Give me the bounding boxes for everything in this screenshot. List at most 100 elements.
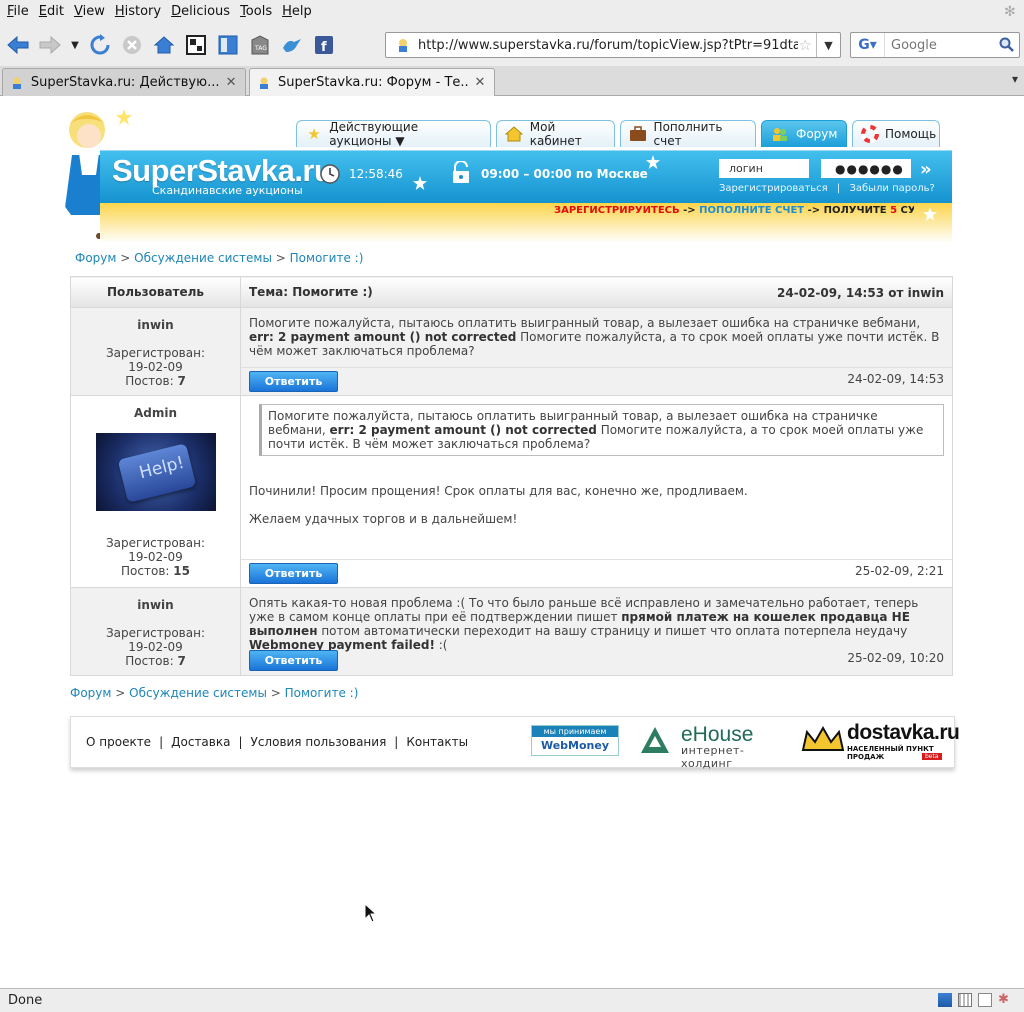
menu-tools[interactable]: Tools (235, 0, 277, 24)
breadcrumb-sep: > (111, 686, 130, 700)
post-count: Постов: 7 (71, 374, 240, 388)
nav-tab-forum[interactable]: Форум (761, 120, 847, 147)
google-engine-icon[interactable]: G▾ (851, 33, 885, 57)
post-count-value: 7 (177, 374, 186, 388)
topic-title: Тема: Помогите :) (249, 285, 373, 299)
webmoney-badge[interactable]: мы принимаем WebMoney (531, 725, 619, 756)
tab-list-chevron-icon[interactable]: ▾ (1012, 72, 1018, 86)
login-submit-icon[interactable]: » (920, 159, 932, 180)
url-text[interactable]: http://www.superstavka.ru/forum/topicVie… (418, 38, 798, 53)
password-field[interactable] (821, 159, 911, 178)
breadcrumb-forum[interactable]: Форум (75, 251, 116, 265)
topic-date: 24-02-09, 14:53 от inwin (777, 286, 944, 300)
tag-button[interactable]: TAG (246, 30, 274, 60)
login-field[interactable] (719, 159, 809, 178)
facebook-button[interactable]: f (310, 30, 338, 60)
lock-icon (453, 161, 469, 183)
post-count: Постов: 7 (71, 654, 240, 668)
nav-tab-help[interactable]: Помощь (852, 120, 940, 147)
post-date: 25-02-09, 10:20 (847, 651, 944, 665)
status-grid-icon[interactable] (958, 993, 972, 1007)
ehouse-tagline: интернет-холдинг (681, 744, 745, 770)
post-author-name[interactable]: inwin (71, 318, 240, 332)
nav-tab-label: Пополнить счет (653, 120, 723, 148)
post-date: 25-02-09, 2:21 (854, 564, 944, 578)
bookmark-star-icon[interactable]: ☆ (799, 36, 812, 54)
post-author-cell: Admin Help! Зарегистрован: 19-02-09 Пост… (70, 395, 241, 588)
post-row: inwin Зарегистрован: 19-02-09 Постов: 7 … (70, 587, 953, 676)
tab-title: SuperStavka.ru: Действую... (30, 75, 220, 90)
nav-tab-cabinet[interactable]: Мой кабинет (496, 120, 615, 148)
quote-text-bold: err: 2 payment amount () not corrected (329, 423, 597, 437)
nav-tab-deposit[interactable]: Пополнить счет (620, 120, 756, 148)
menu-file[interactable]: File (2, 0, 34, 24)
search-icon[interactable] (999, 37, 1015, 57)
browser-tab-forum[interactable]: SuperStavka.ru: Форум - Те... ✕ (249, 68, 495, 96)
briefcase-icon (629, 125, 648, 143)
nav-tab-auctions[interactable]: ★ Действующие аукционы ▼ (296, 120, 491, 148)
reply-button[interactable]: Ответить (249, 650, 338, 671)
reply-button[interactable]: Ответить (249, 371, 338, 392)
breadcrumb-section[interactable]: Обсуждение системы (134, 251, 272, 265)
footer-link-terms[interactable]: Условия пользования (251, 735, 387, 749)
reload-button[interactable] (86, 30, 114, 60)
promo-step-deposit: ПОПОЛНИТЕ СЧЕТ (699, 205, 805, 216)
breadcrumb-topic[interactable]: Помогите :) (290, 251, 364, 265)
reply-button[interactable]: Ответить (249, 563, 338, 584)
breadcrumb-section[interactable]: Обсуждение системы (129, 686, 267, 700)
web-page: ★ Действующие аукционы ▼ Мой кабинет Поп… (0, 97, 1024, 988)
history-dropdown-button[interactable]: ▼ (68, 30, 82, 60)
home-icon (153, 36, 175, 54)
footer-link-delivery[interactable]: Доставка (171, 735, 230, 749)
forgot-password-link[interactable]: Забыли пароль? (849, 183, 934, 194)
home-button[interactable] (150, 30, 178, 60)
star-icon: ★ (307, 125, 321, 143)
back-button[interactable] (4, 30, 32, 60)
promo-step-rest: СУПЕР( (900, 205, 914, 216)
menu-history[interactable]: History (110, 0, 166, 24)
breadcrumb: Форум > Обсуждение системы > Помогите :) (75, 251, 363, 265)
site-tagline: Скандинавские аукционы (152, 184, 303, 197)
bookmarks-button[interactable] (182, 30, 210, 60)
promo-band: ЗАРЕГИСТРИРУЙТЕСЬ -> ПОПОЛНИТЕ СЧЕТ -> П… (100, 203, 952, 243)
sidebar-button[interactable] (214, 30, 242, 60)
breadcrumb-topic[interactable]: Помогите :) (285, 686, 359, 700)
firebug-icon[interactable]: ✱ (998, 993, 1016, 1007)
address-bar[interactable]: http://www.superstavka.ru/forum/topicVie… (385, 32, 841, 58)
svg-text:f: f (321, 40, 327, 54)
breadcrumb-sep: > (266, 686, 285, 700)
post-footer: Ответить 24-02-09, 14:53 (241, 367, 952, 395)
search-bar[interactable]: G▾ (850, 32, 1020, 58)
tab-title: SuperStavka.ru: Форум - Те... (278, 75, 468, 90)
post-author-name[interactable]: inwin (71, 598, 240, 612)
auth-links-divider: | (836, 183, 841, 194)
register-link[interactable]: Зарегистрироваться (719, 183, 828, 194)
mail-icon[interactable] (978, 993, 992, 1007)
dostavka-beta-badge: beta (922, 753, 942, 760)
menu-help[interactable]: Help (277, 0, 317, 24)
menu-edit[interactable]: Edit (34, 0, 69, 24)
ehouse-logo[interactable]: eHouse интернет-холдинг (637, 723, 792, 770)
forward-button[interactable] (36, 30, 64, 60)
url-dropdown-button[interactable]: ▼ (816, 33, 840, 57)
promo-arrow: -> (679, 205, 700, 216)
post-author-name[interactable]: Admin (71, 406, 240, 420)
close-tab-icon[interactable]: ✕ (223, 75, 239, 91)
breadcrumb-forum[interactable]: Форум (70, 686, 111, 700)
menu-delicious[interactable]: Delicious (166, 0, 235, 24)
search-input[interactable] (891, 37, 1001, 53)
footer-links: О проекте | Доставка | Условия пользования | К… (86, 735, 468, 749)
close-tab-icon[interactable]: ✕ (472, 75, 488, 91)
menu-view[interactable]: View (69, 0, 110, 24)
sidebar-icon (218, 35, 238, 55)
browser-tab-auctions[interactable]: SuperStavka.ru: Действую... ✕ (2, 68, 246, 96)
server-time: 12:58:46 (349, 167, 403, 181)
footer-link-about[interactable]: О проекте (86, 735, 151, 749)
post-author-cell: inwin Зарегистрован: 19-02-09 Постов: 7 (70, 587, 241, 676)
dostavka-logo[interactable]: dostavka.ru НАСЕЛЕННЫЙ ПУНКТ ПРОДАЖ beta (801, 721, 960, 761)
stop-button[interactable] (118, 30, 146, 60)
delicious-bird-button[interactable] (278, 30, 306, 60)
webmoney-badge-caption: мы принимаем (532, 726, 618, 737)
status-addon-icon[interactable] (938, 993, 952, 1007)
footer-link-contacts[interactable]: Контакты (406, 735, 468, 749)
